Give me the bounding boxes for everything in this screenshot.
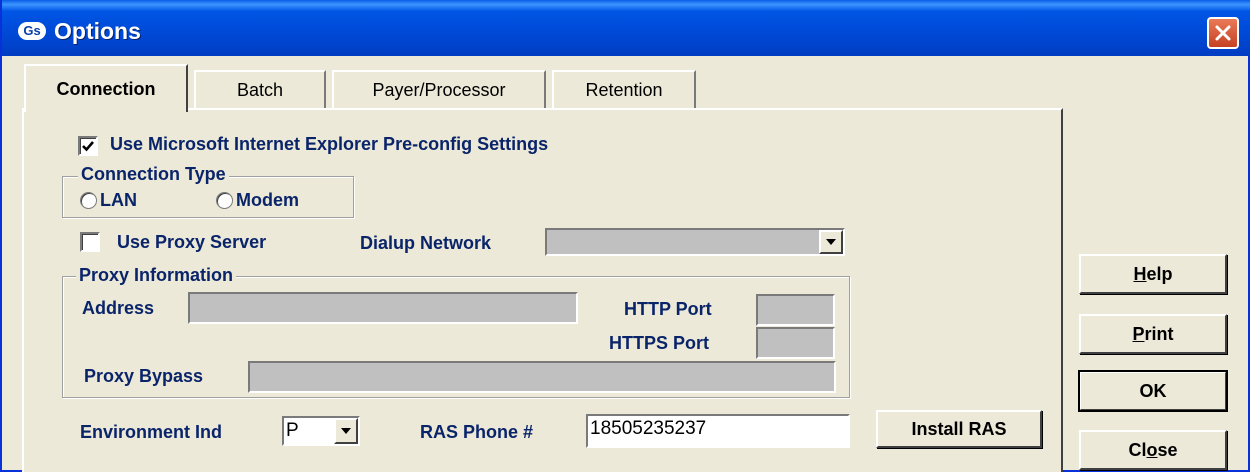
use-proxy-label[interactable]: Use Proxy Server: [117, 232, 266, 253]
close-button[interactable]: Cl o se: [1079, 430, 1227, 470]
print-mnemonic: P: [1132, 323, 1145, 344]
tab-connection[interactable]: Connection: [24, 64, 188, 112]
use-ie-settings-label[interactable]: Use Microsoft Internet Explorer Pre-conf…: [110, 134, 548, 155]
dialup-network-select[interactable]: [545, 228, 845, 256]
close-mnemonic: o: [1146, 439, 1158, 460]
lan-label[interactable]: LAN: [100, 190, 137, 211]
address-label: Address: [82, 298, 155, 318]
environment-ind-value: P: [286, 420, 299, 441]
use-ie-settings-checkbox[interactable]: [78, 136, 98, 156]
app-icon: Gs: [18, 22, 46, 40]
help-button[interactable]: Help: [1079, 254, 1227, 294]
title-bar[interactable]: Gs Options: [2, 0, 1250, 56]
chevron-down-icon: [341, 428, 351, 434]
close-window-button[interactable]: [1207, 17, 1239, 49]
print-button-label-rest: rint: [1144, 323, 1174, 344]
proxy-bypass-label: Proxy Bypass: [84, 366, 204, 386]
proxy-information-title: Proxy Information: [76, 265, 237, 286]
dialup-dropdown-button[interactable]: [819, 230, 843, 254]
options-dialog: Gs Options Connection Batch Payer/Proces…: [0, 0, 1250, 472]
http-port-field[interactable]: [756, 294, 835, 326]
dialup-network-label: Dialup Network: [360, 233, 492, 253]
tab-retention[interactable]: Retention: [552, 70, 696, 108]
http-port-label: HTTP Port: [624, 299, 712, 319]
address-field[interactable]: [188, 292, 578, 324]
checkmark-icon: [82, 141, 94, 152]
ok-button[interactable]: OK: [1078, 370, 1228, 412]
help-button-label-rest: elp: [1146, 263, 1173, 284]
ras-phone-value: 18505235237: [590, 418, 707, 439]
https-port-label: HTTPS Port: [609, 333, 710, 353]
lan-radio[interactable]: [80, 192, 97, 209]
tab-payer-processor[interactable]: Payer/Processor: [332, 70, 546, 108]
ras-phone-field[interactable]: 18505235237: [586, 414, 850, 448]
environment-dropdown-button[interactable]: [334, 418, 358, 444]
print-button[interactable]: Print: [1079, 314, 1227, 354]
modem-label[interactable]: Modem: [236, 190, 299, 211]
active-tab-joint: [26, 106, 186, 112]
use-proxy-checkbox[interactable]: [80, 232, 100, 252]
connection-type-title: Connection Type: [78, 164, 229, 185]
modem-radio[interactable]: [216, 192, 233, 209]
ras-phone-label: RAS Phone #: [420, 422, 534, 442]
tab-batch[interactable]: Batch: [194, 70, 326, 108]
environment-ind-select[interactable]: P: [282, 416, 360, 446]
https-port-field[interactable]: [756, 327, 835, 359]
proxy-bypass-field[interactable]: [248, 361, 836, 393]
close-button-label-rest: se: [1157, 439, 1178, 460]
close-icon: [1215, 25, 1231, 41]
help-mnemonic: H: [1133, 263, 1147, 284]
window-title: Options: [54, 18, 141, 44]
chevron-down-icon: [826, 239, 836, 245]
close-button-label-start: Cl: [1128, 439, 1147, 460]
environment-ind-label: Environment Ind: [80, 422, 223, 442]
install-ras-button[interactable]: Install RAS: [876, 410, 1042, 448]
